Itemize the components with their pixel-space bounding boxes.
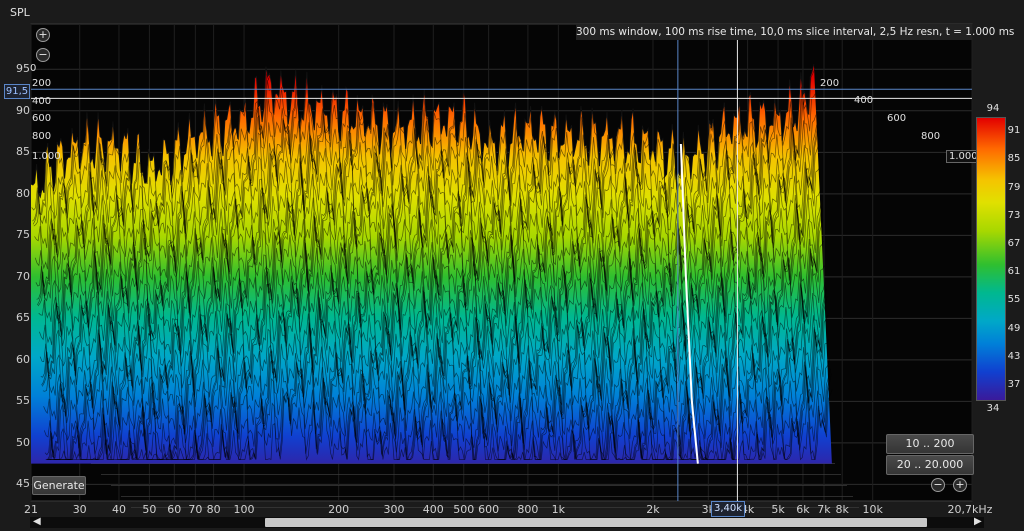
y-tick-label: 50 (16, 435, 30, 449)
generate-button[interactable]: Generate (32, 476, 86, 495)
x-tick-label: 40 (111, 503, 126, 516)
z-tick-left: 200 (32, 78, 52, 89)
waterfall-plot[interactable] (0, 0, 1024, 531)
z-tick-left: 400 (32, 96, 52, 107)
color-scale-bar (976, 117, 1006, 401)
y-tick-label: 75 (16, 228, 30, 242)
color-scale-tick: 91 (1007, 125, 1021, 137)
x-tick-label: 1k (551, 503, 566, 516)
color-scale-tick: 79 (1007, 181, 1021, 193)
y-tick-label: 95 (16, 62, 30, 76)
x-tick-label: 21 (24, 503, 38, 516)
z-tick-right: 600 (887, 113, 907, 124)
x-tick-label: 6k (796, 503, 810, 516)
zoom-in-icon[interactable]: + (36, 28, 50, 42)
x-tick-label: 30 (72, 503, 87, 516)
x-tick-label: 60 (167, 503, 182, 516)
scrollbar-thumb[interactable] (265, 518, 927, 527)
zoom-out-icon[interactable]: − (931, 478, 945, 492)
y-tick-label: 90 (16, 103, 30, 117)
scroll-left-icon[interactable]: ◀ (33, 516, 41, 527)
freq-range-button[interactable]: 20 .. 20.000 (886, 455, 974, 475)
x-tick-label: 80 (206, 503, 221, 516)
color-scale-tick: 34 (986, 403, 1000, 414)
x-tick-label: 70 (188, 503, 203, 516)
x-tick-label: 100 (233, 503, 255, 516)
x-tick-label: 300 (383, 503, 405, 516)
z-tick-left: 0 (30, 63, 37, 74)
x-tick-label: 20,7kHz (947, 503, 993, 516)
color-scale-tick: 73 (1007, 209, 1021, 221)
waterfall-window: SPL 95 90 85 80 75 70 65 60 55 50 45 21 30 40 50 60 70 8… (0, 0, 1024, 531)
time-range-button[interactable]: 10 .. 200 (886, 434, 974, 454)
y-tick-label: 65 (16, 311, 30, 325)
x-tick-label: 5k (771, 503, 785, 516)
z-tick-right: 200 (820, 78, 840, 89)
color-scale-tick: 61 (1007, 266, 1021, 278)
color-scale-tick: 94 (986, 103, 1000, 114)
x-tick-label: 800 (517, 503, 539, 516)
x-tick-label: 10k (862, 503, 883, 516)
x-tick-label: 600 (478, 503, 500, 516)
z-tick-left: 1.000 (32, 151, 61, 162)
color-scale-tick: 55 (1007, 294, 1021, 306)
x-tick-label: 7k (817, 503, 831, 516)
zoom-out-icon[interactable]: − (36, 48, 50, 62)
color-scale-tick: 67 (1007, 237, 1021, 249)
scroll-right-icon[interactable]: ▶ (974, 516, 982, 527)
y-tick-label: 60 (16, 352, 30, 366)
color-scale-tick: 43 (1007, 350, 1021, 362)
y-tick-label: 70 (16, 269, 30, 283)
x-tick-label: 400 (422, 503, 444, 516)
z-tick-right: 800 (921, 131, 941, 142)
x-tick-label: 50 (142, 503, 157, 516)
color-scale-tick: 85 (1007, 153, 1021, 165)
y-tick-label: 55 (16, 394, 30, 408)
analysis-info: 300 ms window, 100 ms rise time, 10,0 ms… (576, 24, 1015, 40)
x-tick-label: 2k (646, 503, 660, 516)
y-tick-label: 45 (16, 477, 30, 491)
color-scale-tick: 37 (1007, 378, 1021, 390)
color-scale-tick: 49 (1007, 322, 1021, 334)
cursor-spl-readout: 91,5 (4, 84, 30, 99)
x-tick-label: 8k (835, 503, 849, 516)
z-tick-left: 800 (32, 131, 52, 142)
cursor-freq-readout: 3,40k (711, 501, 745, 517)
x-tick-label: 500 (453, 503, 475, 516)
y-tick-label: 85 (16, 145, 30, 159)
zoom-in-icon[interactable]: + (953, 478, 967, 492)
z-tick-left: 600 (32, 113, 52, 124)
z-tick-right: 400 (854, 95, 874, 106)
y-tick-label: 80 (16, 186, 30, 200)
x-tick-label: 200 (328, 503, 350, 516)
